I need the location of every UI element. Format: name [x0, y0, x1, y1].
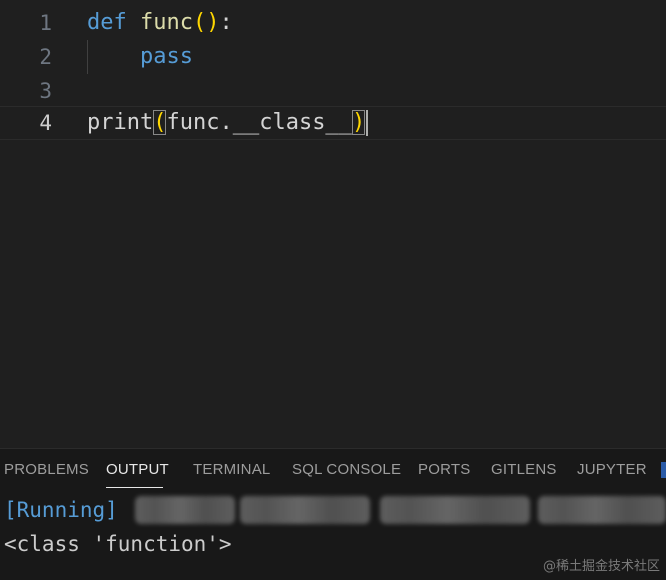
object-func: func [166, 110, 220, 135]
output-log[interactable]: [Running] <class 'function'> [4, 493, 232, 561]
tab-gitlens[interactable]: GITLENS [491, 461, 557, 478]
running-label: [Running] [4, 498, 118, 522]
editor-line-3[interactable]: 3 [0, 74, 666, 108]
line-number: 2 [39, 45, 52, 69]
dot: . [219, 110, 233, 135]
builtin-print: print [87, 110, 154, 135]
tab-problems[interactable]: PROBLEMS [4, 461, 89, 478]
tab-ports[interactable]: PORTS [418, 461, 470, 478]
watermark: @稀土掘金技术社区 [542, 559, 660, 574]
tab-sql-console[interactable]: SQL CONSOLE [292, 461, 401, 478]
tab-terminal[interactable]: TERMINAL [193, 461, 270, 478]
open-paren-highlighted: ( [153, 110, 167, 135]
code-text[interactable]: pass [87, 40, 193, 74]
editor-line-1[interactable]: 1 def func(): [0, 6, 666, 40]
bottom-panel: PROBLEMS OUTPUT TERMINAL SQL CONSOLE POR… [0, 448, 666, 580]
code-text[interactable]: def func(): [87, 6, 233, 40]
keyword-def: def [87, 10, 127, 35]
tab-output[interactable]: OUTPUT [106, 461, 169, 478]
redacted-text [240, 496, 370, 524]
keyword-pass: pass [139, 44, 193, 69]
tab-jupyter[interactable]: JUPYTER [577, 461, 647, 478]
more-tabs-indicator[interactable] [661, 462, 666, 478]
line-number: 3 [39, 79, 52, 103]
colon: : [219, 10, 233, 35]
redacted-text [538, 496, 666, 524]
editor-line-4[interactable]: 4 print(func.__class__) [0, 106, 666, 140]
code-editor[interactable]: 1 def func(): 2 pass 3 4 print(func.__cl… [0, 0, 666, 448]
function-name: func [140, 10, 193, 35]
active-tab-indicator [106, 487, 163, 488]
text-cursor [366, 110, 369, 136]
line-number-active: 4 [39, 111, 52, 135]
editor-line-2[interactable]: 2 pass [0, 40, 666, 74]
output-result-line: <class 'function'> [4, 532, 232, 556]
close-paren: ) [206, 10, 220, 35]
attribute-class: __class__ [232, 110, 352, 135]
line-number: 1 [39, 11, 52, 35]
redacted-text [380, 496, 530, 524]
open-paren: ( [192, 10, 207, 35]
close-paren-highlighted: ) [351, 110, 366, 135]
code-text[interactable]: print(func.__class__) [87, 107, 369, 139]
panel-tabs: PROBLEMS OUTPUT TERMINAL SQL CONSOLE POR… [0, 449, 666, 491]
